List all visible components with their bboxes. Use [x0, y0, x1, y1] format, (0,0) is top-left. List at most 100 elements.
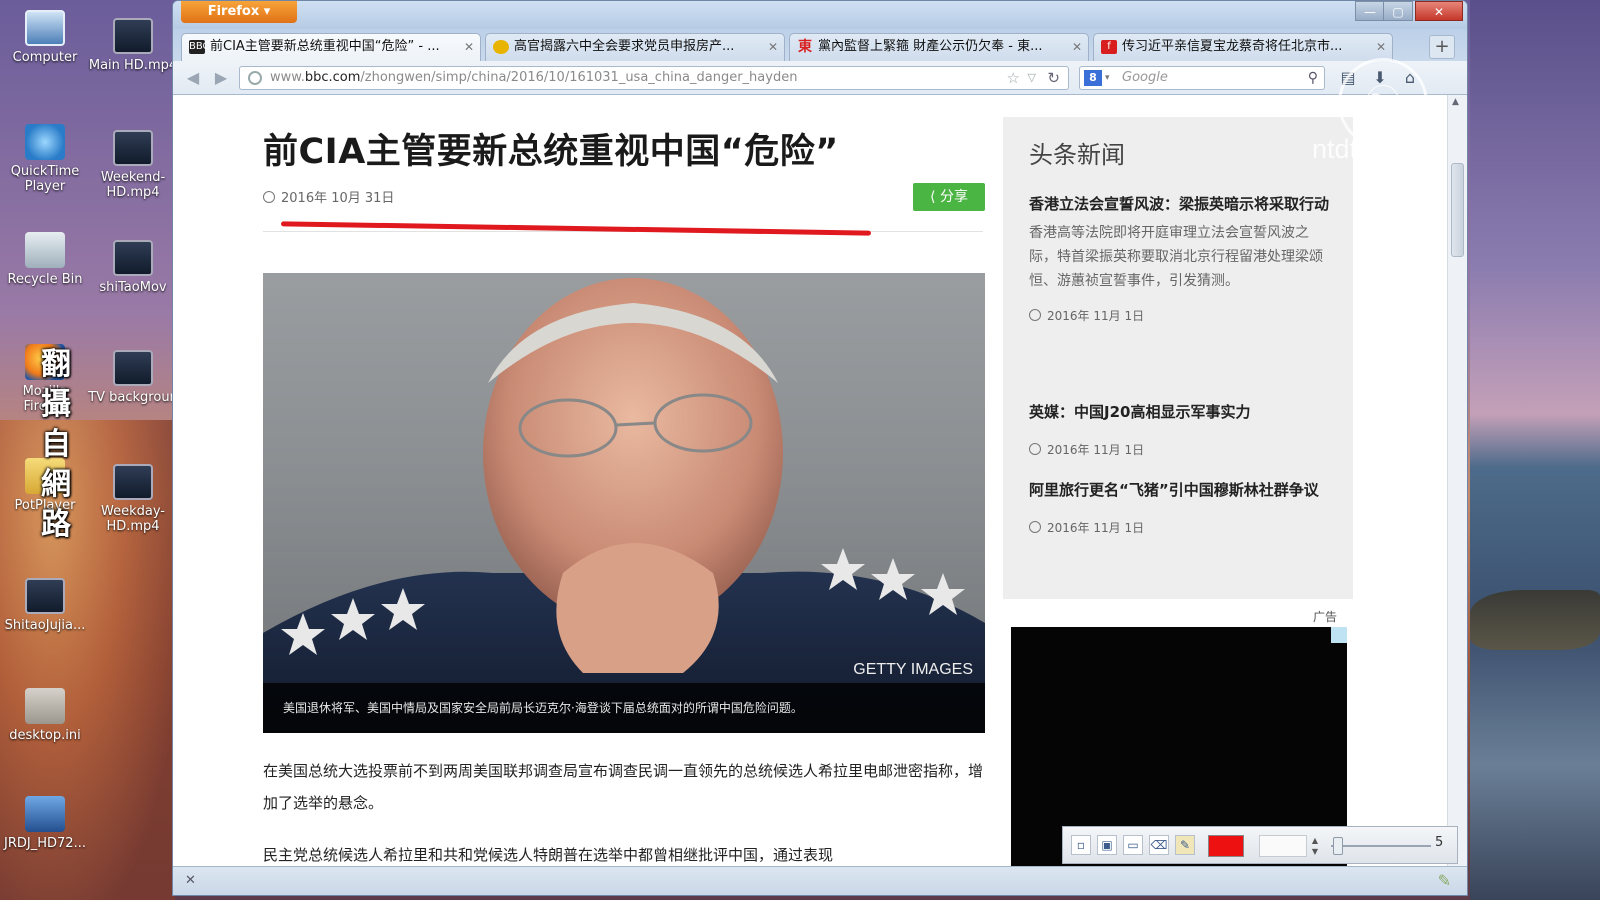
firefox-menu-button[interactable]: Firefox ▾ [181, 1, 297, 23]
quicktime-icon [25, 124, 65, 160]
pen-size-slider-knob[interactable] [1333, 837, 1343, 855]
scroll-up-icon[interactable]: ▲ [1452, 97, 1459, 107]
clock-icon [1029, 309, 1041, 321]
share-icon: ⟨ [930, 189, 940, 205]
app-shortcut-icon [25, 796, 65, 832]
desktop-icon-recycle-bin[interactable]: Recycle Bin [0, 232, 90, 287]
annotation-toolbar: ▫ ▣ ▭ ⌫ ✎ ▲ ▼ 5 [1062, 826, 1458, 864]
desktop-icon-computer[interactable]: Computer [0, 10, 90, 65]
url-host: bbc.com [304, 70, 361, 85]
sidebar-news-item[interactable]: 香港立法会宣誓风波：梁振英暗示将采取行动 香港高等法院即将开庭审理立法会宣誓风波… [1029, 189, 1329, 324]
article-body: 在美国总统大选投票前不到两周美国联邦调查局宣布调查民调一直领先的总统候选人希拉里… [263, 755, 983, 866]
article-headline: 前CIA主管要新总统重视中国“危险” [263, 132, 839, 172]
pen-color-swatch[interactable] [1208, 835, 1244, 857]
vertical-scrollbar[interactable]: ▲ [1447, 95, 1467, 866]
reload-icon[interactable]: ↻ [1047, 67, 1060, 89]
new-page-icon[interactable]: ▫ [1071, 835, 1091, 855]
eraser-icon[interactable]: ⌫ [1149, 835, 1169, 855]
tab-close-icon[interactable]: ✕ [1072, 34, 1082, 60]
ad-label: 广告 [1313, 610, 1338, 624]
desktop-icon-tv-background[interactable]: TV backgroun [88, 350, 178, 405]
desktop-icon-weekend-hd[interactable]: Weekend-HD.mp4 [88, 130, 178, 200]
desktop-icon-main-hd[interactable]: Main HD.mp4 [88, 18, 178, 73]
news-headline-link[interactable]: 英媒：中国J20高相显示军事实力 [1029, 397, 1329, 427]
desktop-icon-label: Recycle Bin [7, 272, 83, 287]
article-paragraph: 民主党总统候选人希拉里和共和党候选人特朗普在选举中都曾相继批评中国，通过表现 [263, 846, 834, 864]
news-headline-link[interactable]: 香港立法会宣誓风波：梁振英暗示将采取行动 [1029, 189, 1329, 219]
minimize-button[interactable]: — [1355, 1, 1385, 21]
tab-title: 传习近平亲信夏宝龙蔡奇将任北京市... [1122, 39, 1343, 54]
video-file-icon [113, 240, 153, 276]
tab-bbc-article[interactable]: BBC 前CIA主管要新总统重视中国“危险” - ... ✕ [181, 33, 481, 61]
title-bar: Firefox ▾ — ▢ ✕ [173, 1, 1467, 29]
desktop-icon-label: TV backgroun [88, 390, 178, 405]
desktop-icon-label: shiTaoMov [99, 280, 167, 295]
pen-size-slider-track[interactable] [1331, 845, 1431, 847]
tab-title: 前CIA主管要新总统重视中国“危险” - ... [210, 39, 440, 54]
navigation-toolbar: ◀ ▶ www.bbc.com/zhongwen/simp/china/2016… [173, 61, 1467, 95]
bookmark-star-icon[interactable]: ☆ [1007, 67, 1020, 89]
maximize-button[interactable]: ▢ [1383, 1, 1413, 21]
photo-caption: 美国退休将军、美国中情局及国家安全局前局长迈克尔·海登谈下届总统面对的所谓中国危… [263, 683, 985, 733]
news-date-text: 2016年 11月 1日 [1047, 521, 1145, 535]
share-label: 分享 [939, 189, 968, 205]
screen-icon[interactable]: ▭ [1123, 835, 1143, 855]
tab-close-icon[interactable]: ✕ [464, 34, 474, 60]
marker-icon[interactable]: ✎ [1175, 835, 1195, 855]
back-button[interactable]: ◀ [181, 67, 205, 89]
desktop-icon-shitaomov[interactable]: shiTaoMov [88, 240, 178, 295]
sidebar-news-item[interactable]: 英媒：中国J20高相显示军事实力 2016年 11月 1日 [1029, 397, 1329, 458]
pen-size-spinner[interactable]: ▲ ▼ [1309, 835, 1321, 857]
new-tab-button[interactable]: + [1429, 35, 1455, 59]
url-bar[interactable]: www.bbc.com/zhongwen/simp/china/2016/10/… [239, 66, 1069, 90]
news-summary: 香港高等法院即将开庭审理立法会宣誓风波之际，特首梁振英称要取消北京行程留港处理梁… [1029, 225, 1323, 289]
overlay-char: 翻 [41, 347, 71, 382]
article-paragraph: 在美国总统大选投票前不到两周美国联邦调查局宣布调查民调一直领先的总统候选人希拉里… [263, 762, 984, 812]
close-window-button[interactable]: ✕ [1415, 1, 1463, 21]
tab-close-icon[interactable]: ✕ [768, 34, 778, 60]
video-file-icon [25, 578, 65, 614]
search-icon[interactable]: ⚲ [1308, 67, 1318, 89]
desktop-icon-label: desktop.ini [9, 728, 81, 743]
desktop-icon-jrdj-hd72[interactable]: JRDJ_HD72... [0, 796, 90, 851]
news-headline-link[interactable]: 阿里旅行更名“飞猪”引中国穆斯林社群争议 [1029, 475, 1329, 505]
adchoices-icon[interactable] [1331, 627, 1347, 643]
browser-window: Firefox ▾ — ▢ ✕ BBC 前CIA主管要新总统重视中国“危险” -… [172, 0, 1468, 896]
top-news-sidebar: 头条新闻 香港立法会宣誓风波：梁振英暗示将采取行动 香港高等法院即将开庭审理立法… [1003, 117, 1353, 599]
tab-title: 高官揭露六中全会要求党员申报房产... [514, 39, 735, 54]
globe-icon [248, 71, 262, 85]
tab-title: 黨內監督上緊箍 財產公示仍欠奉 - 東... [818, 39, 1043, 54]
article-date-text: 2016年 10月 31日 [281, 191, 395, 206]
desktop-icon-label: ShitaoJujia... [4, 618, 86, 633]
news-date-text: 2016年 11月 1日 [1047, 443, 1145, 457]
share-button[interactable]: ⟨ 分享 [913, 183, 985, 211]
tab-official-property[interactable]: 高官揭露六中全会要求党员申报房产... ✕ [485, 33, 785, 61]
url-dropdown-icon[interactable]: ▽ [1028, 67, 1036, 89]
search-engine-dropdown-icon[interactable]: ▾ [1105, 67, 1110, 89]
overlay-char: 自 [41, 427, 71, 462]
desktop-icon-quicktime[interactable]: QuickTime Player [0, 124, 90, 194]
settings-file-icon [25, 688, 65, 724]
tab-close-icon[interactable]: ✕ [1376, 34, 1386, 60]
clasped-hands [556, 543, 719, 673]
desktop-icon-shitaojujia[interactable]: ShitaoJujia... [0, 578, 90, 633]
pen-icon[interactable]: ✎ [1438, 871, 1451, 890]
desktop-icon-desktop-ini[interactable]: desktop.ini [0, 688, 90, 743]
red-annotation-line [280, 221, 872, 236]
news-date: 2016年 11月 1日 [1029, 441, 1329, 458]
forward-button[interactable]: ▶ [209, 67, 233, 89]
scrollbar-thumb[interactable] [1451, 163, 1464, 257]
tab-xi-beijing[interactable]: f 传习近平亲信夏宝龙蔡奇将任北京市... ✕ [1093, 33, 1393, 61]
video-file-icon [113, 350, 153, 386]
search-placeholder: Google [1122, 70, 1168, 85]
search-engine-icon[interactable]: 8 [1084, 70, 1102, 86]
sidebar-news-item[interactable]: 阿里旅行更名“飞猪”引中国穆斯林社群争议 2016年 11月 1日 [1029, 475, 1329, 536]
pen-size-field[interactable] [1259, 835, 1307, 857]
clock-icon [263, 191, 275, 203]
close-addon-bar-icon[interactable]: ✕ [185, 873, 196, 888]
tab-oriental-daily[interactable]: 東 黨內監督上緊箍 財產公示仍欠奉 - 東... ✕ [789, 33, 1089, 61]
save-icon[interactable]: ▣ [1097, 835, 1117, 855]
overlay-char: 網 [41, 467, 71, 502]
search-bar[interactable]: 8 ▾ Google ⚲ [1079, 66, 1325, 90]
desktop-icon-weekday-hd[interactable]: Weekday-HD.mp4 [88, 464, 178, 534]
